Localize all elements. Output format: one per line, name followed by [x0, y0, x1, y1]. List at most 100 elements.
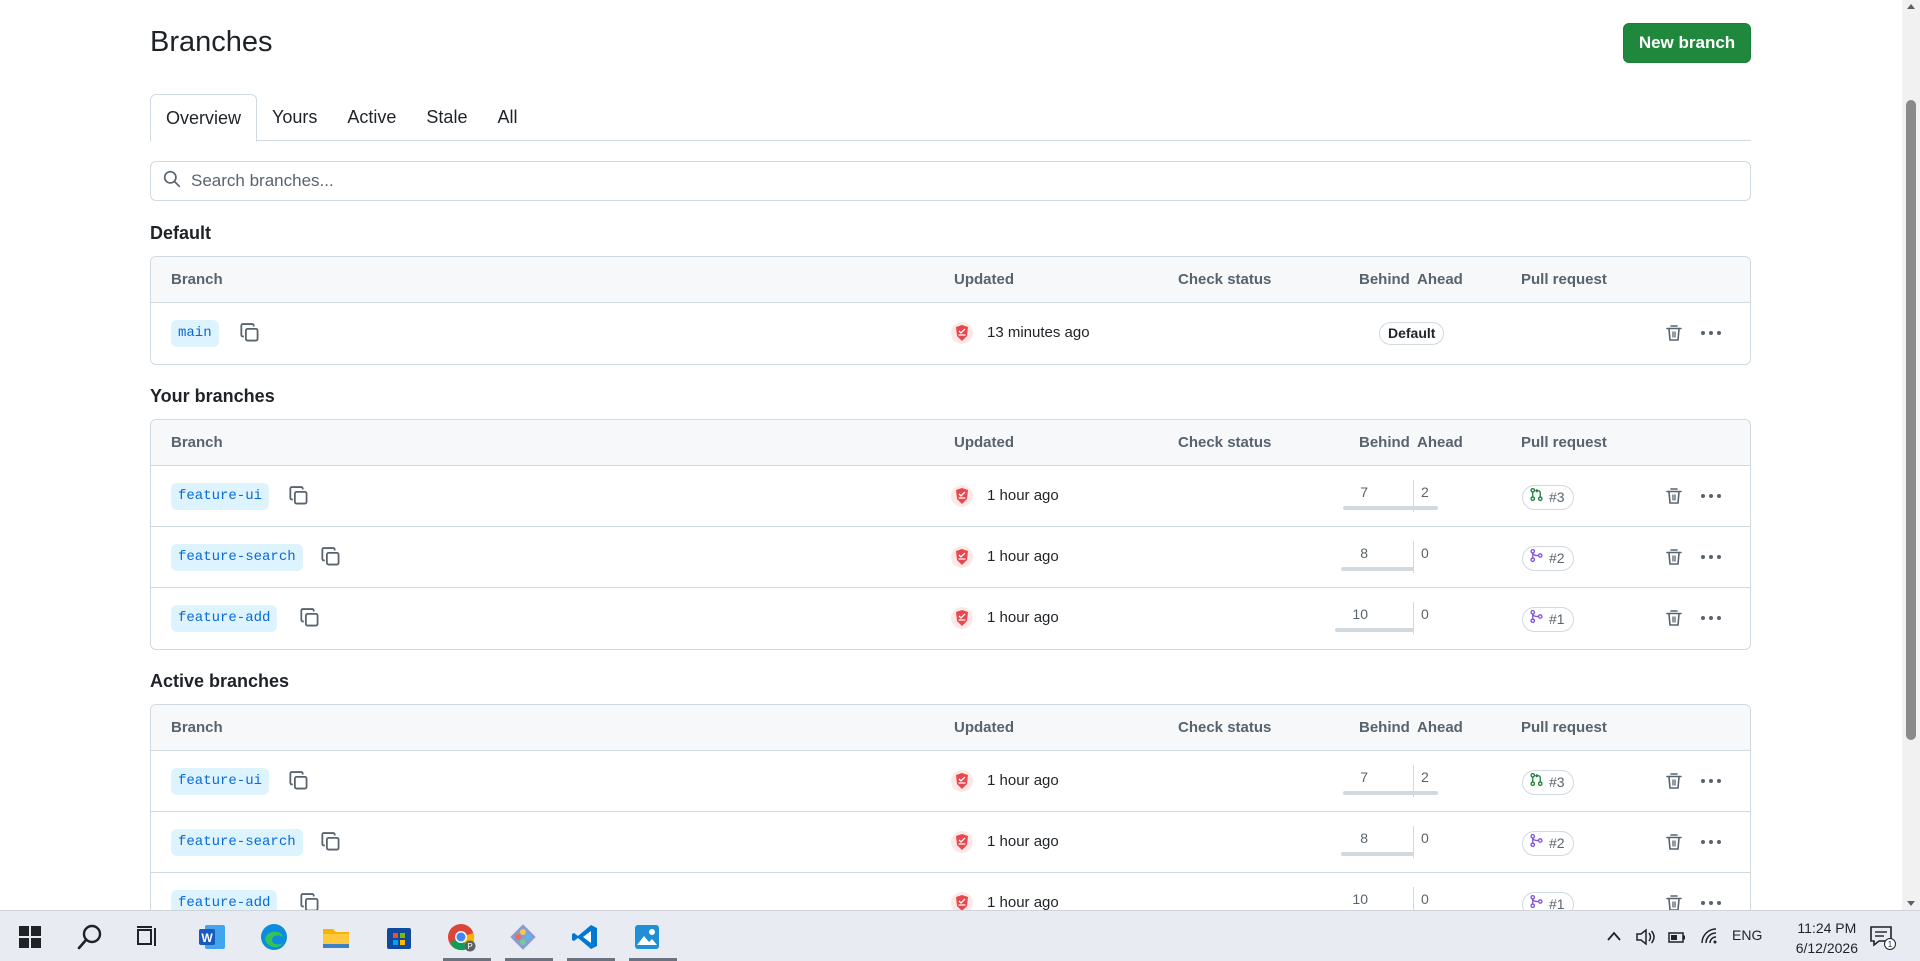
page-title: Branches: [150, 26, 273, 58]
col-behind: Behind: [1359, 719, 1410, 736]
branch-name-link[interactable]: feature-ui: [171, 483, 270, 510]
trash-icon[interactable]: [1663, 322, 1685, 344]
more-options-icon[interactable]: [1698, 485, 1724, 507]
notifications-icon[interactable]: 1: [1864, 919, 1900, 955]
updated-time: 1 hour ago: [987, 548, 1059, 565]
branch-name-link[interactable]: feature-add: [171, 605, 278, 632]
new-branch-button[interactable]: New branch: [1623, 23, 1751, 63]
tab-yours[interactable]: Yours: [257, 94, 332, 141]
ahead-bar: [1414, 506, 1438, 510]
branch-name-link[interactable]: main: [171, 320, 219, 347]
trash-icon[interactable]: [1663, 607, 1685, 629]
tab-all[interactable]: All: [482, 94, 532, 141]
behind-bar: [1335, 628, 1413, 632]
search-input[interactable]: [191, 171, 1691, 191]
scrollbar-thumb[interactable]: [1906, 100, 1916, 740]
scroll-up-icon[interactable]: [1907, 4, 1915, 9]
behind-count: 7: [1360, 769, 1368, 785]
table-row: feature-search 1 hour ago 8 0 #2: [151, 527, 1750, 588]
ahead-behind-divider: [1413, 826, 1414, 858]
pull-request-merged-icon: [1529, 547, 1544, 570]
ahead-count: 0: [1421, 606, 1429, 622]
col-behind: Behind: [1359, 434, 1410, 451]
search-icon: [163, 170, 181, 193]
notification-count: 1: [1888, 940, 1893, 949]
copy-icon[interactable]: [239, 322, 263, 346]
behind-count: 10: [1352, 891, 1368, 907]
pull-request-open-icon: [1529, 771, 1544, 794]
behind-count: 10: [1352, 606, 1368, 622]
svg-text:P: P: [467, 942, 472, 951]
search-box[interactable]: [150, 161, 1751, 201]
pull-request-link[interactable]: #2: [1522, 546, 1574, 571]
behind-count: 7: [1360, 484, 1368, 500]
more-options-icon[interactable]: [1698, 831, 1724, 853]
edge-icon[interactable]: [256, 919, 292, 955]
col-pull-request: Pull request: [1521, 719, 1607, 736]
trash-icon[interactable]: [1663, 831, 1685, 853]
word-icon[interactable]: W: [194, 919, 230, 955]
chevron-up-icon[interactable]: [1602, 919, 1626, 955]
git-icon[interactable]: [505, 919, 553, 961]
pull-request-link[interactable]: #3: [1522, 770, 1574, 795]
updated-time: 1 hour ago: [987, 609, 1059, 626]
trash-icon[interactable]: [1663, 485, 1685, 507]
tab-active[interactable]: Active: [332, 94, 411, 141]
pull-request-link[interactable]: #1: [1522, 607, 1574, 632]
task-view-icon[interactable]: [130, 919, 166, 955]
your-branches-table: Branch Updated Check status Behind Ahead…: [150, 419, 1751, 650]
scroll-down-icon[interactable]: [1907, 901, 1915, 906]
copy-icon[interactable]: [320, 546, 344, 570]
trash-icon[interactable]: [1663, 770, 1685, 792]
copy-icon[interactable]: [320, 831, 344, 855]
more-options-icon[interactable]: [1698, 607, 1724, 629]
language-indicator[interactable]: ENG: [1732, 927, 1762, 943]
tab-overview[interactable]: Overview: [150, 94, 258, 142]
ahead-count: 2: [1421, 769, 1429, 785]
default-branches-table: Branch Updated Check status Behind Ahead…: [150, 256, 1751, 365]
branch-name-link[interactable]: feature-ui: [171, 768, 270, 795]
battery-icon[interactable]: [1664, 919, 1690, 955]
col-ahead: Ahead: [1417, 434, 1463, 451]
windows-taskbar: W P ENG 11:24 PM 6/12/2026 1: [0, 910, 1920, 961]
ahead-bar: [1414, 791, 1438, 795]
avatar: [951, 322, 973, 344]
tab-stale[interactable]: Stale: [411, 94, 482, 141]
behind-count: 8: [1360, 830, 1368, 846]
branch-name-link[interactable]: feature-search: [171, 544, 303, 571]
col-pull-request: Pull request: [1521, 434, 1607, 451]
col-updated: Updated: [954, 434, 1014, 451]
more-options-icon[interactable]: [1698, 770, 1724, 792]
volume-icon[interactable]: [1632, 919, 1658, 955]
clock[interactable]: 11:24 PM 6/12/2026: [1796, 918, 1858, 958]
wifi-icon[interactable]: [1697, 919, 1723, 955]
behind-bar: [1341, 852, 1413, 856]
branch-name-link[interactable]: feature-search: [171, 829, 303, 856]
updated-time: 13 minutes ago: [987, 324, 1090, 341]
photos-icon[interactable]: [629, 919, 677, 961]
start-icon[interactable]: [12, 919, 48, 955]
chrome-icon[interactable]: P: [443, 919, 491, 961]
copy-icon[interactable]: [288, 485, 312, 509]
ahead-count: 0: [1421, 545, 1429, 561]
file-explorer-icon[interactable]: [318, 919, 354, 955]
col-updated: Updated: [954, 271, 1014, 288]
updated-time: 1 hour ago: [987, 894, 1059, 911]
pull-request-link[interactable]: #2: [1522, 831, 1574, 856]
pr-number: #3: [1549, 774, 1565, 790]
trash-icon[interactable]: [1663, 546, 1685, 568]
copy-icon[interactable]: [288, 770, 312, 794]
clock-date: 6/12/2026: [1795, 940, 1858, 956]
updated-time: 1 hour ago: [987, 833, 1059, 850]
page-header: Branches New branch: [150, 0, 1751, 86]
more-options-icon[interactable]: [1698, 546, 1724, 568]
behind-bar: [1341, 567, 1413, 571]
more-options-icon[interactable]: [1698, 322, 1724, 344]
vscode-icon[interactable]: [567, 919, 615, 961]
store-icon[interactable]: [381, 919, 417, 955]
search-icon[interactable]: [72, 919, 108, 955]
svg-text:W: W: [201, 931, 213, 945]
copy-icon[interactable]: [299, 607, 323, 631]
pull-request-link[interactable]: #3: [1522, 485, 1574, 510]
vertical-scrollbar[interactable]: [1902, 0, 1920, 910]
